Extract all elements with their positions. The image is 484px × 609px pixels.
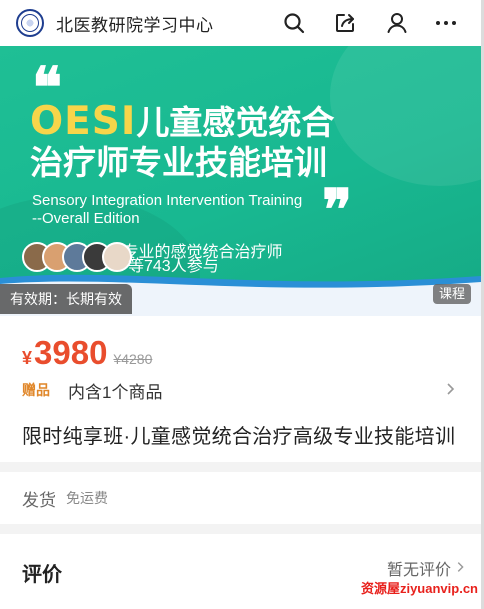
reviews-link[interactable]: 暂无评价 [387,556,451,580]
participant-avatars[interactable] [22,242,132,272]
reviews-title: 评价 [22,564,62,586]
more-icon[interactable] [434,11,458,35]
share-icon[interactable] [333,11,357,35]
current-price: 3980 [34,334,108,371]
shipping-value: 免运费 [66,490,108,506]
shipping-label: 发货 [22,490,56,510]
gift-row[interactable]: 赠品 内含1个商品 [22,378,462,402]
banner-english-line2: --Overall Edition [32,210,140,227]
chevron-right-icon[interactable] [453,560,467,574]
validity-badge: 有效期：长期有效 [0,284,132,314]
reviews-section: 评价 暂无评价 [0,534,481,609]
search-icon[interactable] [282,11,306,35]
logo-emblem [21,14,39,32]
gift-text: 内含1个商品 [68,382,163,402]
currency-symbol: ¥ [22,348,33,368]
banner-english-line1: Sensory Integration Intervention Trainin… [32,192,303,209]
gift-tag: 赠品 [22,382,50,398]
product-title: 限时纯享班·儿童感觉统合治疗高级专业技能培训 [22,426,456,448]
chevron-right-icon [442,381,458,397]
institution-logo[interactable] [16,9,44,37]
top-bar: 北医教研院学习中心 [0,0,484,46]
banner-headline-line2: 治疗师专业技能培训 [30,144,327,181]
price-row: ¥ 3980 ¥4280 [22,334,152,372]
watermark: 资源屋ziyuanvip.cn [360,578,478,597]
original-price: ¥4280 [113,351,153,367]
shipping-row: 发货 免运费 [0,472,481,524]
product-info-card: ¥ 3980 ¥4280 赠品 内含1个商品 限时纯享班·儿童感觉统合治疗高级专… [0,316,481,462]
banner-headline-rest: 儿童感觉统合 [136,104,335,141]
banner-decor [330,46,481,186]
product-page: 北医教研院学习中心 ❝ OESI儿童感觉统合 治疗师专业技能培训 ❞ Senso… [0,0,484,609]
user-icon[interactable] [385,11,409,35]
banner-headline-accent: OESI [30,99,137,144]
site-title: 北医教研院学习中心 [56,15,214,35]
course-banner[interactable]: ❝ OESI儿童感觉统合 治疗师专业技能培训 ❞ Sensory Integra… [0,46,481,316]
banner-headline: OESI儿童感觉统合 [30,102,334,141]
participant-count: 等743人参与 [128,258,219,275]
close-quote-icon: ❞ [322,177,353,243]
course-type-badge: 课程 [432,284,471,304]
